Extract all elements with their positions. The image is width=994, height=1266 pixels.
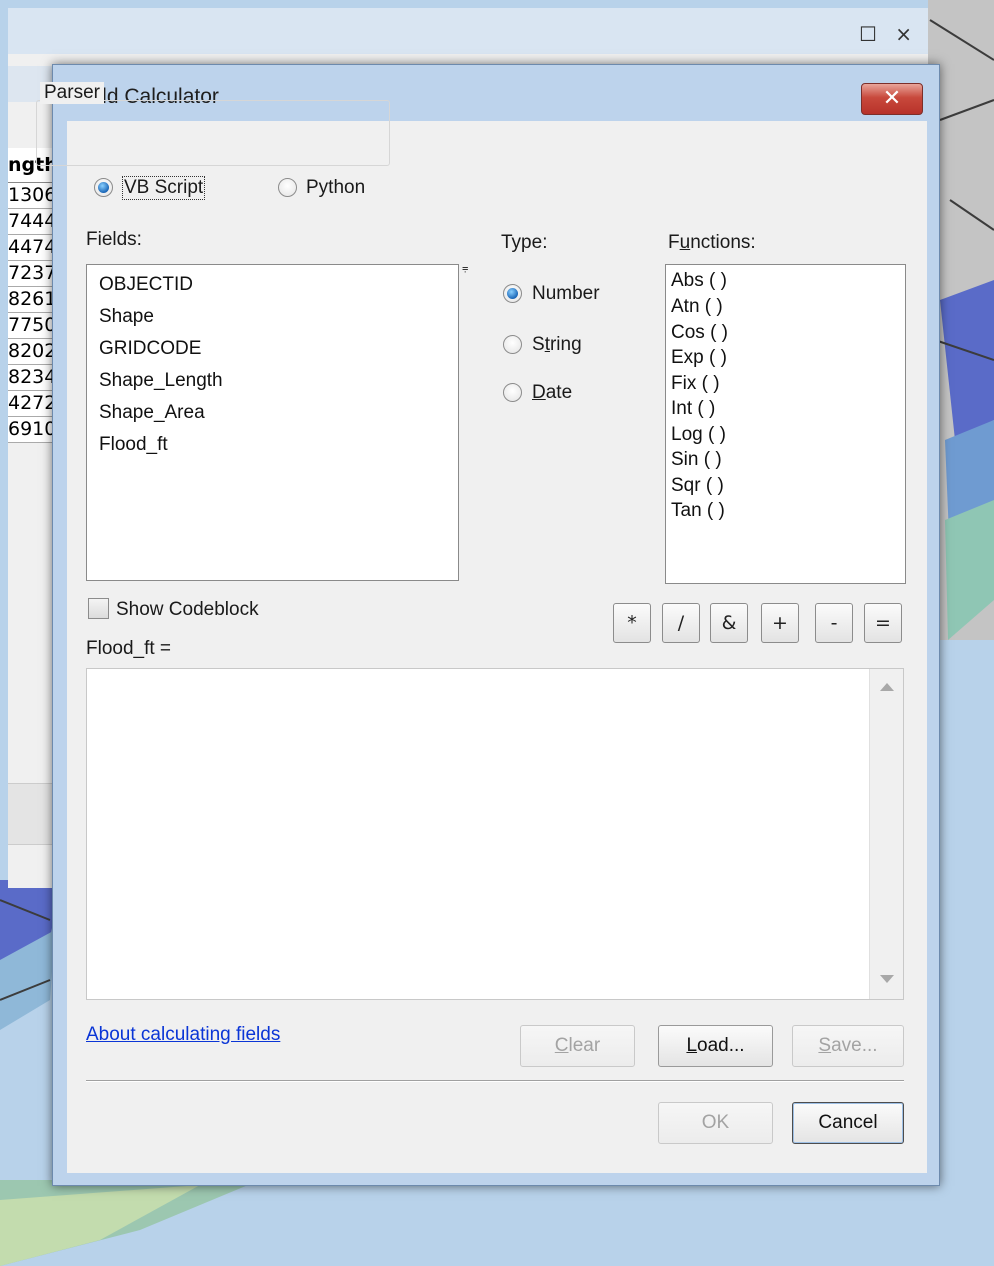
type-label: Type:	[501, 232, 548, 253]
add-button[interactable]: +	[761, 603, 799, 643]
field-calculator-dialog: Field Calculator ✕	[52, 64, 940, 1186]
label-text: F	[668, 232, 680, 253]
mnemonic-letter: D	[532, 382, 546, 403]
field-item[interactable]: Flood_ft	[99, 434, 168, 456]
expression-editor[interactable]	[86, 668, 904, 1000]
load-button[interactable]: Load...	[658, 1025, 773, 1067]
background-window-titlebar: ☐ ×	[8, 8, 928, 54]
mnemonic-letter: C	[554, 1035, 569, 1056]
show-codeblock-label[interactable]: Show Codeblock	[116, 599, 259, 621]
label-text: nctions:	[690, 232, 756, 253]
expression-scrollbar[interactable]	[869, 669, 903, 999]
parser-label: Parser	[40, 82, 104, 104]
python-label[interactable]: Python	[306, 177, 365, 199]
label-text: ate	[545, 382, 573, 403]
field-item[interactable]: GRIDCODE	[99, 338, 201, 360]
mnemonic-letter: S	[818, 1035, 832, 1056]
mnemonic-letter: L	[686, 1035, 698, 1056]
type-date-radio[interactable]	[503, 383, 522, 402]
scroll-down-icon[interactable]	[880, 975, 894, 983]
label-text: oad...	[697, 1035, 745, 1056]
type-string-label[interactable]: String	[532, 334, 582, 356]
subtract-button[interactable]: -	[815, 603, 853, 643]
screen: ☐ × ngth 1306 7444 4474 7237 8261 7750 8…	[0, 0, 994, 1266]
function-item[interactable]: Fix ( )	[671, 373, 720, 395]
fields-label: Fields:	[86, 229, 142, 250]
function-item[interactable]: Sqr ( )	[671, 475, 724, 497]
function-item[interactable]: Exp ( )	[671, 347, 727, 369]
window-controls-icon[interactable]: ☐ ×	[859, 22, 918, 46]
functions-label: Functions:	[668, 232, 756, 254]
fields-list[interactable]: OBJECTID Shape GRIDCODE Shape_Length Sha…	[86, 264, 459, 581]
type-number-radio[interactable]	[503, 284, 522, 303]
type-date-label[interactable]: Date	[532, 382, 572, 404]
parser-group	[36, 100, 390, 166]
function-item[interactable]: Log ( )	[671, 424, 726, 446]
mnemonic-letter: u	[679, 232, 691, 253]
field-item[interactable]: Shape_Length	[99, 370, 223, 392]
multiply-button[interactable]: *	[613, 603, 651, 643]
function-item[interactable]: Abs ( )	[671, 270, 727, 292]
close-button[interactable]: ✕	[861, 83, 923, 115]
scroll-up-icon[interactable]	[880, 683, 894, 691]
label-text: lear	[568, 1035, 601, 1056]
type-string-radio[interactable]	[503, 335, 522, 354]
equals-button[interactable]: =	[864, 603, 902, 643]
cancel-button[interactable]: Cancel	[792, 1102, 904, 1144]
field-item[interactable]: Shape	[99, 306, 154, 328]
save-button[interactable]: Save...	[792, 1025, 904, 1067]
divide-button[interactable]: /	[662, 603, 700, 643]
python-radio[interactable]	[278, 178, 297, 197]
function-item[interactable]: Cos ( )	[671, 322, 728, 344]
label-text: ring	[549, 334, 582, 355]
show-codeblock-checkbox[interactable]	[88, 598, 109, 619]
functions-list[interactable]: Abs ( ) Atn ( ) Cos ( ) Exp ( ) Fix ( ) …	[665, 264, 906, 584]
label-text: Number	[532, 283, 600, 304]
function-item[interactable]: Int ( )	[671, 398, 715, 420]
ok-button[interactable]: OK	[658, 1102, 773, 1144]
close-icon: ✕	[882, 86, 902, 111]
sort-fields-icon[interactable]: ⩦	[462, 262, 468, 275]
function-item[interactable]: Tan ( )	[671, 500, 725, 522]
vbscript-radio[interactable]	[94, 178, 113, 197]
separator	[86, 1080, 904, 1082]
type-number-label[interactable]: Number	[532, 283, 600, 305]
vbscript-label[interactable]: VB Script	[122, 176, 206, 200]
label-text: ave...	[831, 1035, 878, 1056]
expression-label: Flood_ft =	[86, 638, 172, 659]
field-item[interactable]: Shape_Area	[99, 402, 205, 424]
label-text: S	[532, 334, 545, 355]
function-item[interactable]: Sin ( )	[671, 449, 722, 471]
background-window-strip	[8, 783, 58, 845]
clear-button[interactable]: Clear	[520, 1025, 635, 1067]
about-calculating-fields-link[interactable]: About calculating fields	[86, 1024, 280, 1046]
concatenate-button[interactable]: &	[710, 603, 748, 643]
function-item[interactable]: Atn ( )	[671, 296, 723, 318]
field-item[interactable]: OBJECTID	[99, 274, 193, 296]
